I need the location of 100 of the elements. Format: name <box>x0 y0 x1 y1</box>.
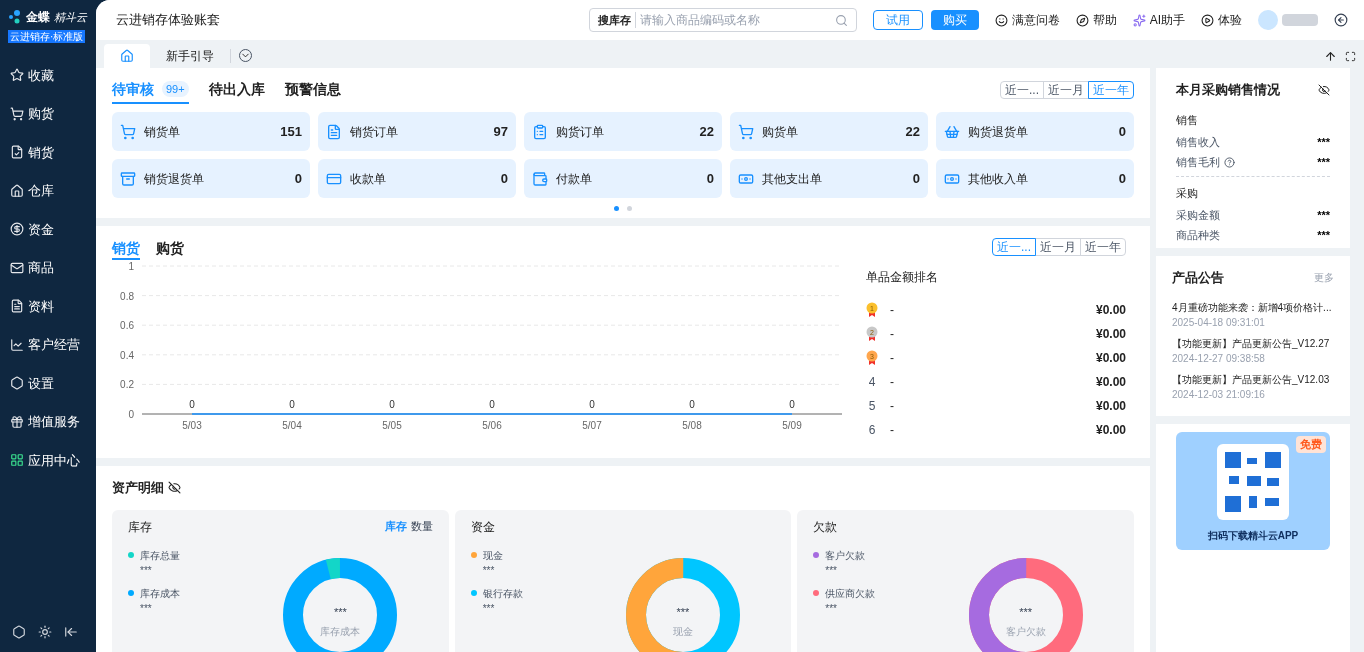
stat-value: *** <box>1317 134 1330 150</box>
settings-icon[interactable] <box>12 625 26 639</box>
sun-icon[interactable] <box>38 625 52 639</box>
search-scope[interactable]: 搜库存 <box>597 11 636 29</box>
legend-value: *** <box>824 601 838 616</box>
section-title: 资产明细 <box>112 479 164 497</box>
home-tab[interactable] <box>104 44 150 68</box>
document-card[interactable]: 销货退货单 0 <box>112 159 310 198</box>
donut-label: 库存成本 <box>320 625 361 639</box>
card-label: 购货订单 <box>556 123 604 141</box>
rank-number: 5 <box>868 398 876 415</box>
period-tab[interactable]: 近一月 <box>1043 81 1089 99</box>
sidebar-item[interactable]: 应用中心 <box>0 441 96 480</box>
period-tab[interactable]: 近一月 <box>1035 238 1081 256</box>
document-card[interactable]: 购货退货单 0 <box>936 112 1134 151</box>
stat-label: 销售收入 <box>1176 134 1220 150</box>
announcement-link[interactable]: 4月重磅功能来袭：新增4项价格计... <box>1172 299 1334 315</box>
header-link[interactable]: 帮助 <box>1092 11 1117 29</box>
axis-label: 0.2 <box>120 379 134 391</box>
task-tab[interactable]: 预警信息 <box>284 76 341 104</box>
document-card[interactable]: 其他收入单 0 <box>936 159 1134 198</box>
eye-off-icon[interactable] <box>1318 83 1330 96</box>
sidebar-item[interactable]: 设置 <box>0 364 96 403</box>
card-label: 销货订单 <box>350 123 398 141</box>
cart-icon <box>120 123 136 140</box>
house-icon <box>10 183 24 198</box>
document-card[interactable]: 购货订单 22 <box>524 112 722 151</box>
search-bar[interactable]: 搜库存 请输入商品编码或名称 <box>588 8 857 32</box>
sidebar-item[interactable]: 客户经营 <box>0 325 96 364</box>
document-icon <box>10 299 24 314</box>
ranking-title: 单品金额排名 <box>866 269 938 286</box>
sidebar-item[interactable]: 收藏 <box>0 56 96 95</box>
document-card[interactable]: 销货订单 97 <box>318 112 516 151</box>
axis-label: 0.6 <box>120 320 134 332</box>
sidebar-item[interactable]: 增值服务 <box>0 402 96 441</box>
sidebar-item[interactable]: 仓库 <box>0 171 96 210</box>
card-count: 0 <box>500 169 508 188</box>
qr-code-icon <box>1217 444 1289 520</box>
toggle-option[interactable]: 数量 <box>410 518 433 535</box>
product-name: - <box>890 374 894 391</box>
card-title: 库存 <box>128 518 152 536</box>
data-label: 0 <box>689 399 695 410</box>
announcement-link[interactable]: 【功能更新】产品更新公告_V12.27 <box>1172 335 1334 351</box>
play-icon <box>1201 13 1214 27</box>
announcement-link[interactable]: 【功能更新】产品更新公告_V12.03 <box>1172 371 1334 387</box>
data-label: 0 <box>489 399 495 410</box>
axis-label: 5/08 <box>682 420 702 431</box>
donut-label: 客户欠款 <box>1005 625 1046 639</box>
amount: ¥0.00 <box>1095 374 1126 391</box>
page-tab[interactable]: 新手引导 <box>150 44 230 68</box>
amount: ¥0.00 <box>1095 398 1126 415</box>
legend-value: *** <box>139 601 153 616</box>
chart-icon <box>10 337 24 352</box>
search-input[interactable]: 请输入商品编码或名称 <box>639 11 831 29</box>
sidebar-item[interactable]: 销货 <box>0 133 96 172</box>
count-badge: 99+ <box>162 80 189 98</box>
document-card[interactable]: 其他支出单 0 <box>730 159 928 198</box>
document-icon <box>326 123 342 140</box>
product-name: - <box>890 398 894 415</box>
help-icon[interactable] <box>1224 156 1235 168</box>
card-label: 其他收入单 <box>968 170 1028 188</box>
period-tab[interactable]: 近一... <box>1000 81 1044 99</box>
header-link[interactable]: AI助手 <box>1149 11 1185 29</box>
sidebar-item[interactable]: 商品 <box>0 248 96 287</box>
legend-value: *** <box>481 563 496 578</box>
product-name: - <box>890 326 894 343</box>
document-card[interactable]: 付款单 0 <box>524 159 722 198</box>
card-count: 0 <box>294 169 302 188</box>
card-count: 97 <box>493 122 508 141</box>
amount: ¥0.00 <box>1095 326 1126 343</box>
panel-title: 本月采购销售情况 <box>1176 81 1280 99</box>
header-link[interactable]: 体验 <box>1218 11 1242 29</box>
card-label: 收款单 <box>350 170 386 188</box>
legend-label: 客户欠款 <box>825 548 866 563</box>
period-tab[interactable]: 近一年 <box>1080 238 1126 256</box>
cart-icon <box>10 106 24 121</box>
task-tab[interactable]: 待出入库 <box>208 76 265 104</box>
amount: ¥0.00 <box>1095 302 1126 319</box>
sidebar-item[interactable]: 购货 <box>0 94 96 133</box>
arrow-up-icon[interactable] <box>1324 50 1337 63</box>
card-count: 22 <box>905 122 920 141</box>
sidebar-item[interactable]: 资料 <box>0 287 96 326</box>
document-card[interactable]: 销货单 151 <box>112 112 310 151</box>
eye-off-icon[interactable] <box>168 481 181 495</box>
logout-icon[interactable] <box>1334 13 1348 27</box>
document-card[interactable]: 收款单 0 <box>318 159 516 198</box>
announcement-date: 2024-12-03 21:09:16 <box>1172 387 1266 402</box>
fullscreen-icon[interactable] <box>1345 51 1356 62</box>
sidebar-item[interactable]: 资金 <box>0 210 96 249</box>
coin-icon <box>10 222 24 237</box>
axis-label: 5/05 <box>382 420 402 431</box>
document-card[interactable]: 购货单 22 <box>730 112 928 151</box>
header-link[interactable]: 满意问卷 <box>1011 11 1060 29</box>
chart-tab[interactable]: 购货 <box>156 238 184 260</box>
collapse-icon[interactable] <box>64 625 78 639</box>
legend-label: 供应商欠款 <box>825 586 876 601</box>
promo-caption: 扫码下载精斗云APP <box>1207 529 1299 543</box>
app-promo-card[interactable]: 免费 扫码下载精斗云APP <box>1176 432 1330 550</box>
account-name[interactable]: 云进销存体验账套 <box>116 10 220 30</box>
group-title: 采购 <box>1176 186 1199 201</box>
